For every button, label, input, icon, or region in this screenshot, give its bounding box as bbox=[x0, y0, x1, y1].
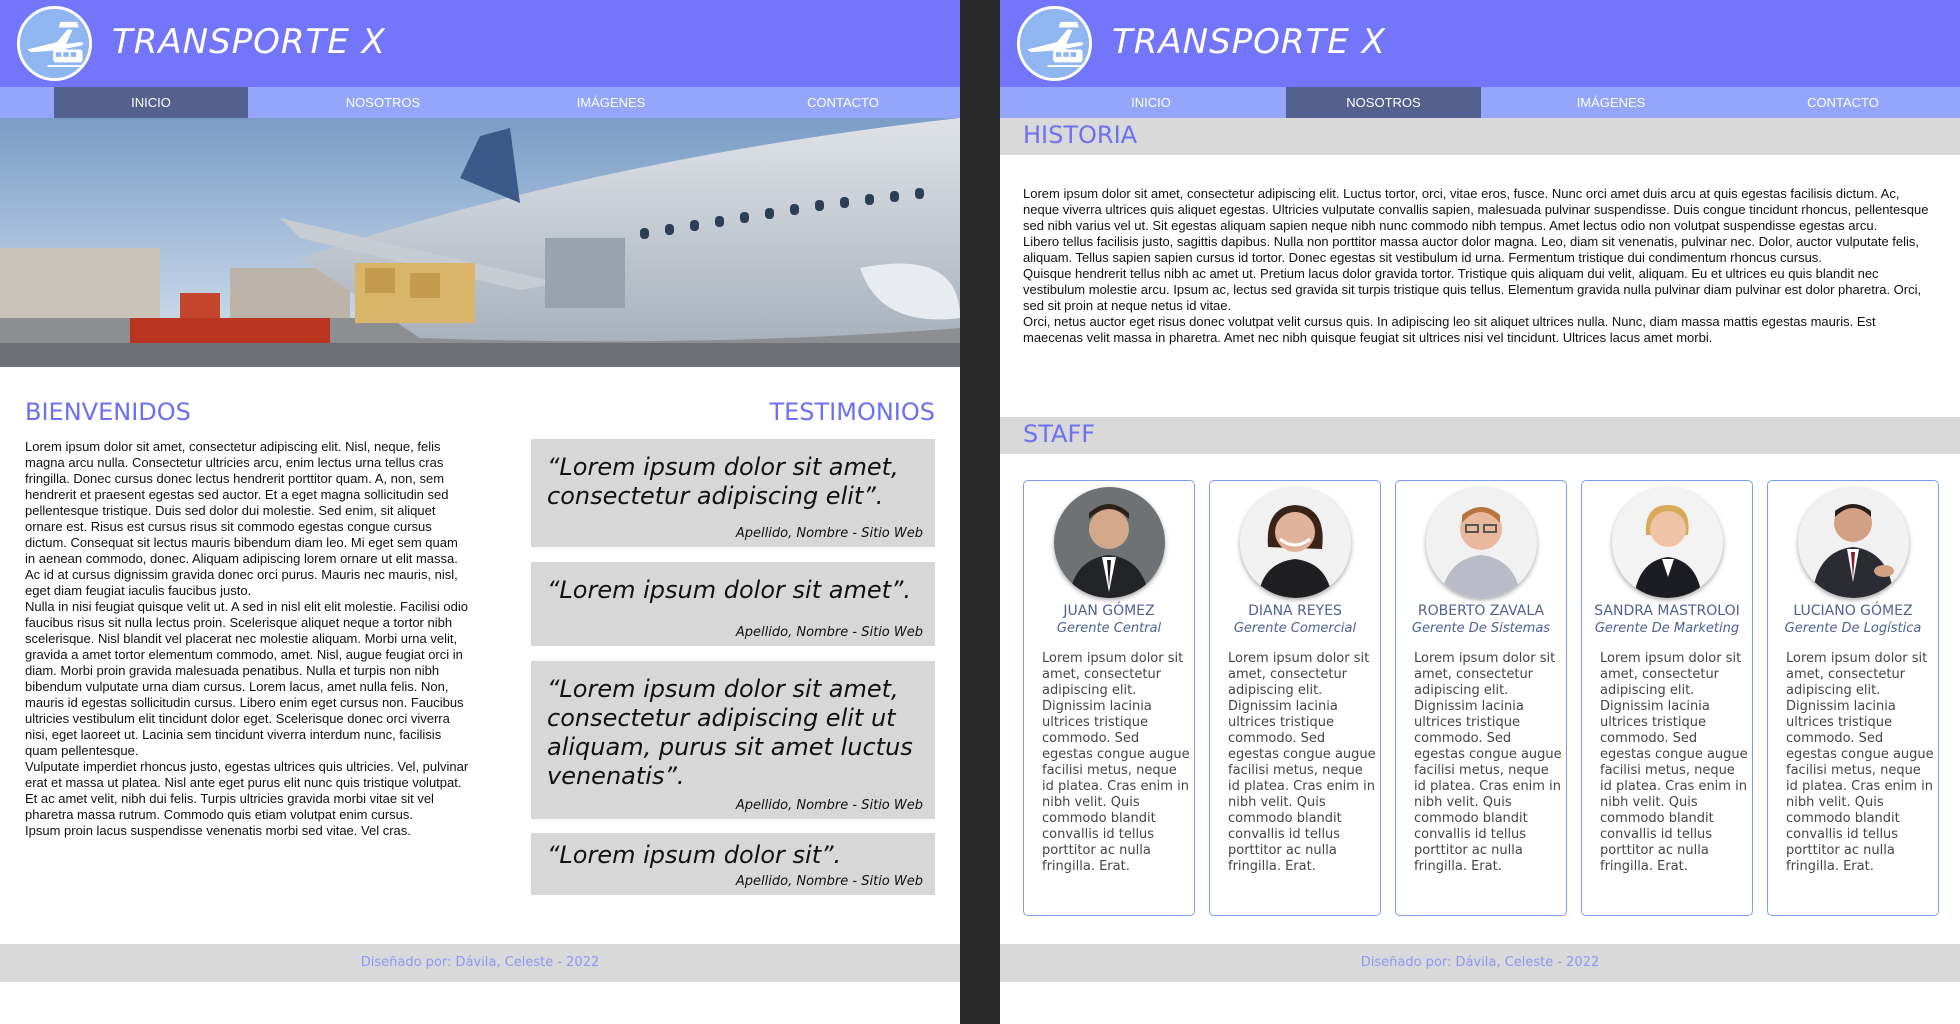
nav-nosotros[interactable]: NOSOTROS bbox=[1286, 87, 1481, 118]
plane-train-logo-icon[interactable] bbox=[17, 6, 92, 81]
history-heading: HISTORIA bbox=[1023, 121, 1138, 149]
nav-contacto[interactable]: CONTACTO bbox=[1770, 87, 1916, 118]
staff-bio: Lorem ipsum dolor sit amet, consectetur … bbox=[1600, 651, 1748, 874]
nav-imagenes[interactable]: IMÁGENES bbox=[481, 87, 741, 118]
staff-name: JUAN GÓMEZ bbox=[1063, 603, 1155, 619]
staff-card: LUCIANO GÓMEZ Gerente De Logística Lorem… bbox=[1767, 480, 1939, 916]
staff-card: ROBERTO ZAVALA Gerente De Sistemas Lorem… bbox=[1395, 480, 1567, 916]
staff-name: ROBERTO ZAVALA bbox=[1417, 603, 1545, 619]
history-text: Lorem ipsum dolor sit amet, consectetur … bbox=[1023, 186, 1929, 345]
main-nav: INICIO NOSOTROS IMÁGENES CONTACTO bbox=[0, 87, 960, 118]
staff-heading: STAFF bbox=[1023, 420, 1096, 448]
about-page: TRANSPORTE X INICIO NOSOTROS IMÁGENES CO… bbox=[1000, 0, 1960, 1024]
staff-avatar bbox=[1612, 487, 1723, 598]
staff-role: Gerente Comercial bbox=[1233, 621, 1357, 636]
staff-avatar bbox=[1798, 487, 1909, 598]
testimonial-card: “Lorem ipsum dolor sit amet, consectetur… bbox=[531, 439, 935, 547]
testimonial-author: Apellido, Nombre - Sitio Web bbox=[735, 874, 923, 889]
staff-name: LUCIANO GÓMEZ bbox=[1793, 603, 1913, 619]
testimonial-author: Apellido, Nombre - Sitio Web bbox=[735, 526, 923, 541]
nav-contacto[interactable]: CONTACTO bbox=[770, 87, 916, 118]
testimonial-quote: “Lorem ipsum dolor sit amet, consectetur… bbox=[547, 453, 899, 510]
staff-card: SANDRA MASTROLOI Gerente De Marketing Lo… bbox=[1581, 480, 1753, 916]
welcome-heading: BIENVENIDOS bbox=[25, 398, 191, 426]
testimonial-quote: “Lorem ipsum dolor sit amet”. bbox=[547, 576, 912, 604]
testimonial-quote: “Lorem ipsum dolor sit”. bbox=[547, 841, 842, 869]
staff-bio: Lorem ipsum dolor sit amet, consectetur … bbox=[1228, 651, 1376, 874]
testimonial-author: Apellido, Nombre - Sitio Web bbox=[735, 625, 923, 640]
staff-card: JUAN GÓMEZ Gerente Central Lorem ipsum d… bbox=[1023, 480, 1195, 916]
plane-train-logo-icon[interactable] bbox=[1017, 6, 1092, 81]
staff-avatar bbox=[1426, 487, 1537, 598]
staff-name: DIANA REYES bbox=[1248, 603, 1342, 619]
staff-card: DIANA REYES Gerente Comercial Lorem ipsu… bbox=[1209, 480, 1381, 916]
staff-avatar bbox=[1240, 487, 1351, 598]
site-footer: Diseñado por: Dávila, Celeste - 2022 bbox=[0, 944, 960, 982]
testimonial-author: Apellido, Nombre - Sitio Web bbox=[735, 798, 923, 813]
nav-nosotros[interactable]: NOSOTROS bbox=[286, 87, 480, 118]
testimonials-heading: TESTIMONIOS bbox=[769, 398, 935, 426]
staff-role: Gerente Central bbox=[1056, 621, 1162, 636]
nav-inicio[interactable]: INICIO bbox=[1054, 87, 1248, 118]
site-header: TRANSPORTE X bbox=[1000, 0, 1960, 87]
home-page: TRANSPORTE X INICIO NOSOTROS IMÁGENES CO… bbox=[0, 0, 960, 1024]
staff-role: Gerente De Marketing bbox=[1594, 621, 1740, 636]
site-brand: TRANSPORTE X bbox=[1112, 22, 1386, 62]
hero-cargo-plane-image bbox=[0, 118, 960, 367]
nav-inicio[interactable]: INICIO bbox=[54, 87, 248, 118]
testimonial-card: “Lorem ipsum dolor sit amet”. Apellido, … bbox=[531, 562, 935, 646]
site-footer: Diseñado por: Dávila, Celeste - 2022 bbox=[1000, 944, 1960, 982]
history-band: HISTORIA bbox=[1000, 118, 1960, 155]
site-header: TRANSPORTE X bbox=[0, 0, 960, 87]
site-brand: TRANSPORTE X bbox=[112, 22, 386, 62]
staff-role: Gerente De Sistemas bbox=[1411, 621, 1551, 636]
staff-name: SANDRA MASTROLOI bbox=[1594, 603, 1740, 619]
testimonial-card: “Lorem ipsum dolor sit amet, consectetur… bbox=[531, 661, 935, 819]
staff-role: Gerente De Logística bbox=[1784, 621, 1922, 636]
staff-bio: Lorem ipsum dolor sit amet, consectetur … bbox=[1414, 651, 1562, 874]
staff-band: STAFF bbox=[1000, 417, 1960, 454]
staff-bio: Lorem ipsum dolor sit amet, consectetur … bbox=[1786, 651, 1934, 874]
main-nav: INICIO NOSOTROS IMÁGENES CONTACTO bbox=[1000, 87, 1960, 118]
nav-imagenes[interactable]: IMÁGENES bbox=[1481, 87, 1741, 118]
staff-avatar bbox=[1054, 487, 1165, 598]
testimonial-quote: “Lorem ipsum dolor sit amet, consectetur… bbox=[547, 675, 913, 790]
testimonial-card: “Lorem ipsum dolor sit”. Apellido, Nombr… bbox=[531, 833, 935, 895]
welcome-text: Lorem ipsum dolor sit amet, consectetur … bbox=[25, 439, 469, 838]
staff-bio: Lorem ipsum dolor sit amet, consectetur … bbox=[1042, 651, 1190, 874]
